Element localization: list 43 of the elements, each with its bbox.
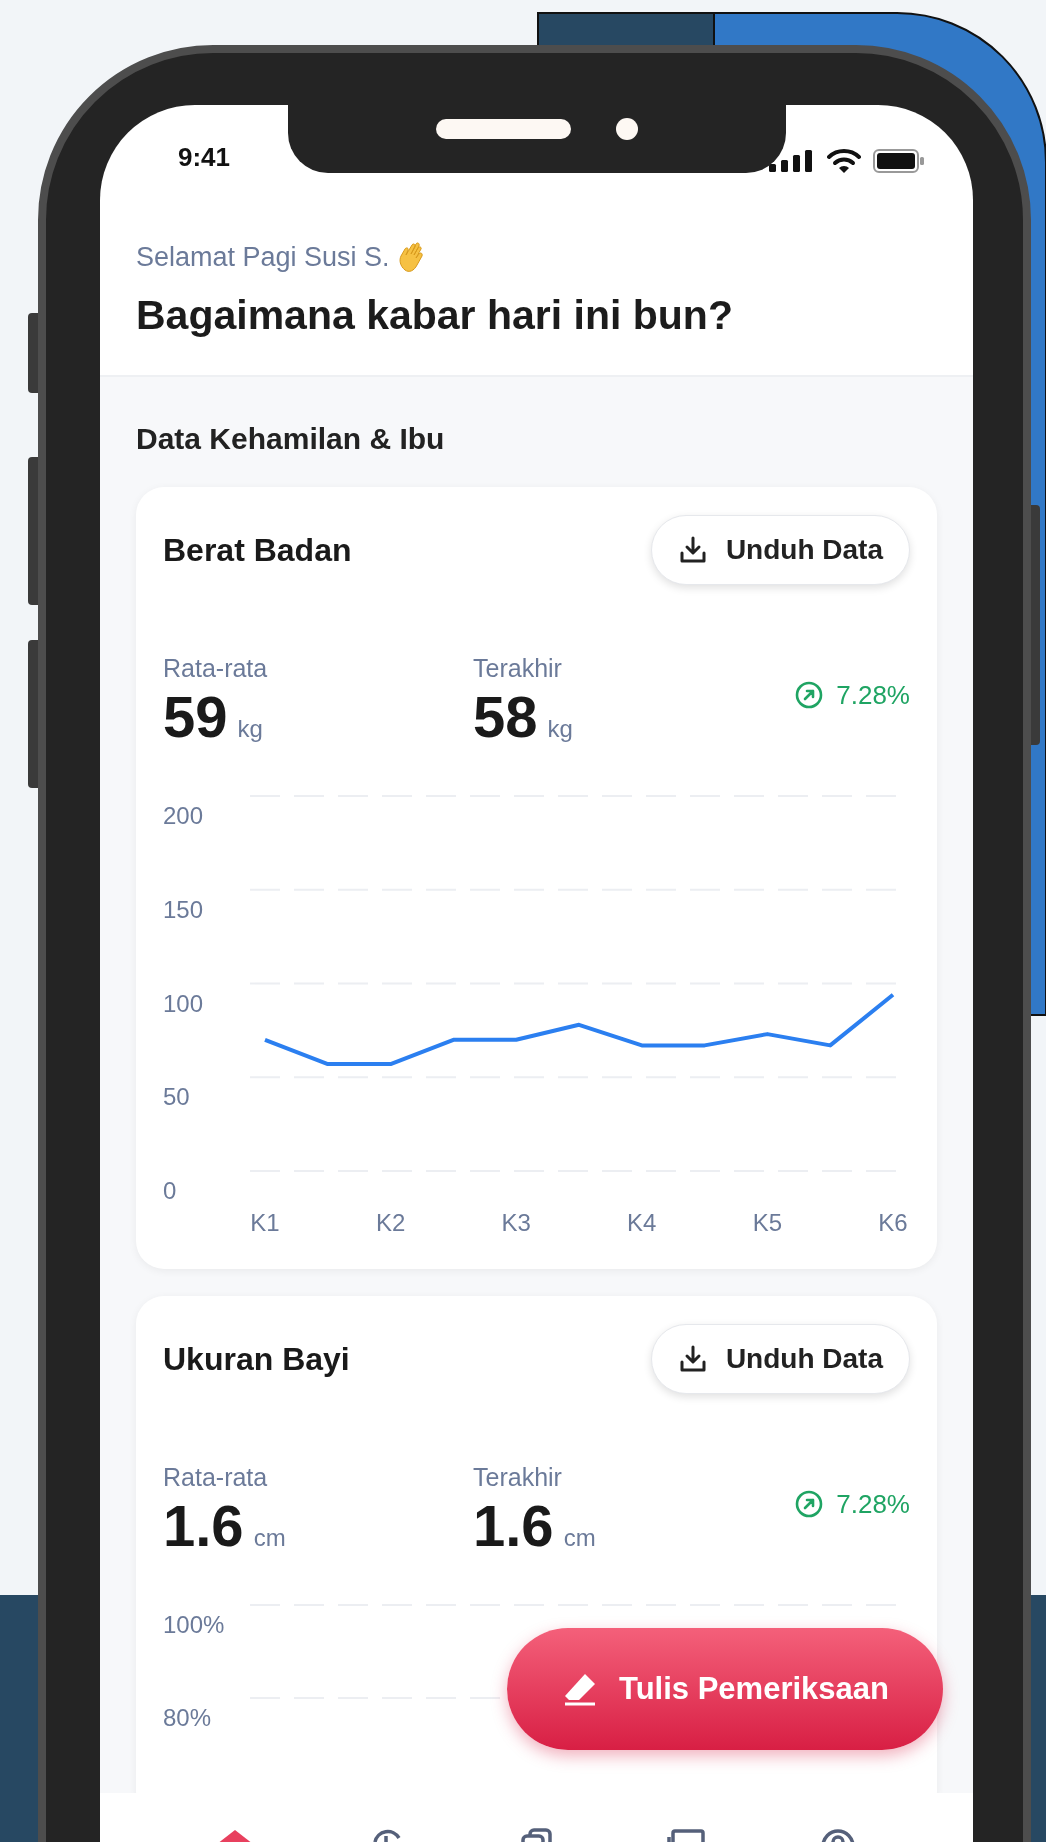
axis-label: K1 <box>250 1209 280 1236</box>
battery-icon <box>873 149 925 173</box>
axis-label: 200 <box>163 802 204 829</box>
stat-value: 1.6 <box>163 1494 244 1558</box>
wifi-icon <box>827 149 861 173</box>
stat-unit: kg <box>547 715 573 743</box>
stat-label: Rata-rata <box>163 653 269 683</box>
axis-label: 150 <box>163 895 204 923</box>
stat-label: Terakhir <box>473 1462 563 1492</box>
trend-up-icon <box>794 680 825 710</box>
greeting-text: Selamat Pagi Susi S. <box>136 241 390 273</box>
change-percent: 7.28% <box>836 679 910 711</box>
stat-value: 59 <box>163 685 228 749</box>
write-checkup-button[interactable]: Tulis Pemeriksaan <box>507 1628 943 1750</box>
stat-unit: kg <box>237 715 263 743</box>
download-button[interactable]: Unduh Data <box>650 515 910 585</box>
change-percent: 7.28% <box>836 1488 910 1520</box>
axis-label: 0 <box>163 1177 177 1204</box>
axis-label: K5 <box>752 1209 783 1236</box>
trend-up-icon <box>794 1489 825 1519</box>
stat-label: Terakhir <box>473 653 563 683</box>
axis-label: K6 <box>878 1209 908 1236</box>
axis-label: 100% <box>163 1611 225 1638</box>
axis-label: 100 <box>163 989 204 1017</box>
axis-label: K4 <box>627 1209 657 1236</box>
signal-icon <box>769 150 815 172</box>
download-button[interactable]: Unduh Data <box>650 1324 910 1394</box>
axis-label: K3 <box>501 1209 531 1236</box>
screen-icon <box>667 1828 708 1842</box>
section-title: Data Kehamilan & Ibu <box>136 421 446 457</box>
stat-label: Rata-rata <box>163 1462 269 1492</box>
stat-value: 58 <box>473 685 538 749</box>
page-heading: Bagaimana kabar hari ini bun? <box>136 291 734 340</box>
stat-unit: cm <box>253 1524 286 1552</box>
stat-unit: cm <box>563 1524 596 1552</box>
axis-label: 50 <box>163 1083 190 1111</box>
axis-label: K2 <box>375 1209 406 1236</box>
card-title: Ukuran Bayi <box>163 1340 350 1378</box>
nav-tab[interactable] <box>667 1828 708 1842</box>
card-title: Berat Badan <box>163 531 352 569</box>
status-time: 9:41 <box>178 142 231 173</box>
stat-value: 1.6 <box>473 1494 554 1558</box>
axis-label: 80% <box>163 1704 212 1731</box>
